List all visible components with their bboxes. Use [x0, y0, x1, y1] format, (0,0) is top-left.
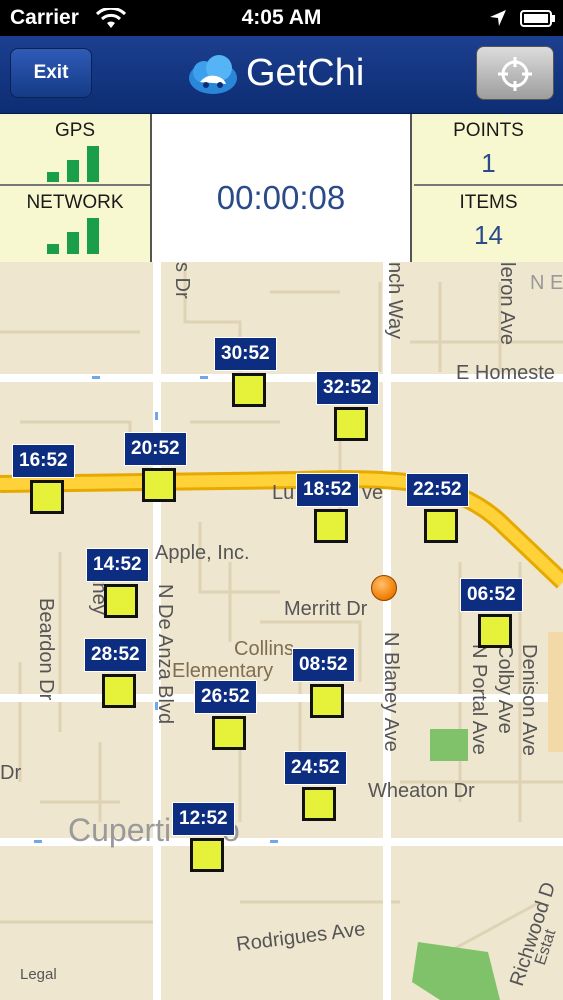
marker-square [190, 838, 224, 872]
street-label: Merritt Dr [284, 598, 368, 620]
status-bar: Carrier 4:05 AM [0, 0, 563, 36]
street-label: Colby Ave [494, 644, 516, 734]
marker-label: 18:52 [296, 473, 359, 507]
marker-square [424, 509, 458, 543]
marker-label: 14:52 [86, 548, 149, 582]
gps-signal-icon [47, 146, 99, 182]
marker-square [142, 468, 176, 502]
points-value: 1 [481, 148, 496, 178]
map-view[interactable]: E Homeste Lu ve Apple, Inc. Merritt Dr C… [0, 262, 563, 1000]
network-signal-icon [47, 218, 99, 254]
street-label: N Blaney Ave [380, 632, 402, 752]
street-label: nch Way [384, 262, 406, 340]
items-value: 14 [474, 220, 503, 250]
street-label: Beardon Dr [35, 598, 57, 701]
network-cell: NETWORK [0, 186, 150, 262]
points-cell: POINTS 1 [414, 114, 563, 184]
nav-bar: Exit GetChi [0, 36, 563, 114]
marker-square [30, 480, 64, 514]
items-cell: ITEMS 14 [414, 186, 563, 262]
marker-square [334, 407, 368, 441]
poi-label: Collins [234, 638, 295, 660]
marker-label: 06:52 [460, 578, 523, 612]
marker-square [478, 614, 512, 648]
street-label: N De Anza Blvd [154, 584, 176, 725]
marker-square [104, 584, 138, 618]
street-label: E Homeste [456, 362, 555, 384]
elapsed-timer: 00:00:08 [150, 114, 412, 264]
current-location-pin [371, 575, 397, 601]
app-title: GetChi [246, 52, 365, 94]
marker-label: 08:52 [292, 648, 355, 682]
network-label: NETWORK [26, 192, 124, 213]
location-arrow-icon [490, 10, 506, 26]
divider [0, 184, 150, 186]
gps-cell: GPS [0, 114, 150, 184]
exit-button[interactable]: Exit [10, 48, 92, 98]
points-label: POINTS [453, 120, 524, 141]
city-label: Cuperti [68, 812, 172, 848]
marker-label: 30:52 [214, 337, 277, 371]
marker-label: 16:52 [12, 444, 75, 478]
marker-square [232, 373, 266, 407]
street-label: Wheaton Dr [368, 780, 475, 802]
items-label: ITEMS [459, 192, 518, 213]
marker-square [302, 787, 336, 821]
gps-label: GPS [54, 120, 96, 141]
marker-square [102, 674, 136, 708]
street-label: N Portal Ave [468, 644, 490, 755]
street-label: leron Ave [496, 262, 518, 346]
clock: 4:05 AM [241, 6, 322, 29]
marker-label: 26:52 [194, 680, 257, 714]
marker-label: 28:52 [84, 638, 147, 672]
cloud-logo-icon [189, 55, 237, 94]
marker-label: 24:52 [284, 751, 347, 785]
marker-square [314, 509, 348, 543]
marker-label: 12:52 [172, 802, 235, 836]
locate-button[interactable] [476, 46, 554, 100]
crosshair-icon [498, 57, 532, 91]
marker-label: 20:52 [124, 432, 187, 466]
marker-square [212, 716, 246, 750]
street-label: s Dr [171, 262, 193, 299]
street-label: Lu [272, 482, 295, 504]
battery-icon [520, 10, 555, 27]
street-label: N E [530, 272, 563, 294]
marker-label: 22:52 [406, 473, 469, 507]
street-label: Dr [0, 762, 22, 784]
street-label: Denison Ave [518, 644, 540, 756]
marker-square [310, 684, 344, 718]
legal-link[interactable]: Legal [20, 966, 57, 983]
timer-value: 00:00:08 [216, 179, 346, 216]
divider [414, 184, 563, 186]
marker-label: 32:52 [316, 371, 379, 405]
street-label: ve [362, 482, 384, 504]
street-label: Apple, Inc. [155, 542, 250, 564]
